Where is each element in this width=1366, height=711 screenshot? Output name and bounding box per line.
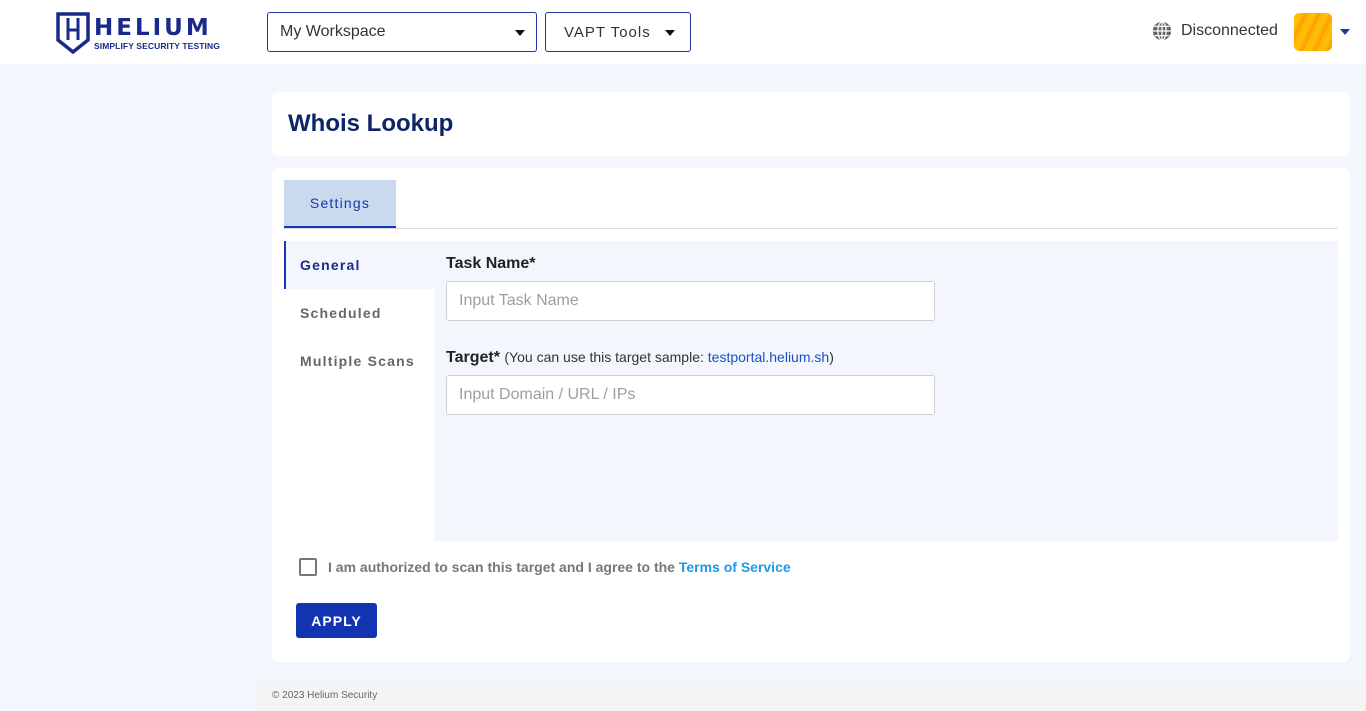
chevron-down-icon	[515, 30, 525, 36]
side-nav-item-multiple-scans[interactable]: Multiple Scans	[284, 337, 434, 385]
settings-card: Settings General Scheduled Multiple Scan…	[272, 168, 1350, 662]
target-hint-prefix: (You can use this target sample:	[504, 349, 708, 365]
shield-logo-icon	[56, 12, 90, 54]
side-nav-item-scheduled[interactable]: Scheduled	[284, 289, 434, 337]
logo-wordmark: HELIUM	[94, 14, 212, 41]
vapt-tools-select-value: VAPT Tools	[564, 23, 651, 41]
target-input[interactable]	[446, 375, 935, 415]
user-avatar[interactable]	[1294, 13, 1332, 51]
terms-of-service-link[interactable]: Terms of Service	[679, 559, 791, 575]
target-label-text: Target*	[446, 349, 500, 366]
terms-agreement-text: I am authorized to scan this target and …	[328, 559, 791, 575]
connection-status[interactable]: Disconnected	[1151, 20, 1278, 42]
connection-status-label: Disconnected	[1181, 22, 1278, 39]
target-hint: (You can use this target sample: testpor…	[504, 349, 833, 365]
page-title-card: Whois Lookup	[272, 92, 1350, 156]
target-hint-suffix: )	[829, 349, 834, 365]
footer-copyright: © 2023 Helium Security	[272, 690, 378, 701]
tab-settings[interactable]: Settings	[284, 180, 396, 228]
terms-agreement: I am authorized to scan this target and …	[299, 558, 791, 576]
footer: © 2023 Helium Security	[256, 683, 1366, 711]
target-label: Target* (You can use this target sample:…	[446, 349, 834, 367]
terms-agreement-label: I am authorized to scan this target and …	[328, 559, 679, 575]
tab-bar: Settings	[284, 180, 1338, 229]
workspace-select-value: My Workspace	[280, 23, 386, 40]
page-title: Whois Lookup	[288, 110, 454, 137]
settings-area: General Scheduled Multiple Scans Task Na…	[284, 241, 1338, 541]
settings-side-nav: General Scheduled Multiple Scans	[284, 241, 434, 541]
terms-checkbox[interactable]	[299, 558, 317, 576]
workspace-select[interactable]: My Workspace	[267, 12, 537, 52]
vapt-tools-select[interactable]: VAPT Tools	[545, 12, 691, 52]
helium-logo[interactable]: HELIUM SIMPLIFY SECURITY TESTING	[56, 11, 220, 55]
user-menu-chevron-down-icon[interactable]	[1340, 29, 1350, 35]
top-header: HELIUM SIMPLIFY SECURITY TESTING My Work…	[0, 0, 1366, 64]
target-sample-link[interactable]: testportal.helium.sh	[708, 349, 829, 365]
apply-button[interactable]: APPLY	[296, 603, 377, 638]
logo-tagline: SIMPLIFY SECURITY TESTING	[94, 40, 220, 51]
task-name-label: Task Name*	[446, 255, 536, 272]
globe-icon	[1152, 21, 1172, 41]
general-form: Task Name* Target* (You can use this tar…	[434, 241, 1338, 541]
side-nav-item-general[interactable]: General	[284, 241, 434, 289]
task-name-input[interactable]	[446, 281, 935, 321]
chevron-down-icon	[665, 30, 675, 36]
